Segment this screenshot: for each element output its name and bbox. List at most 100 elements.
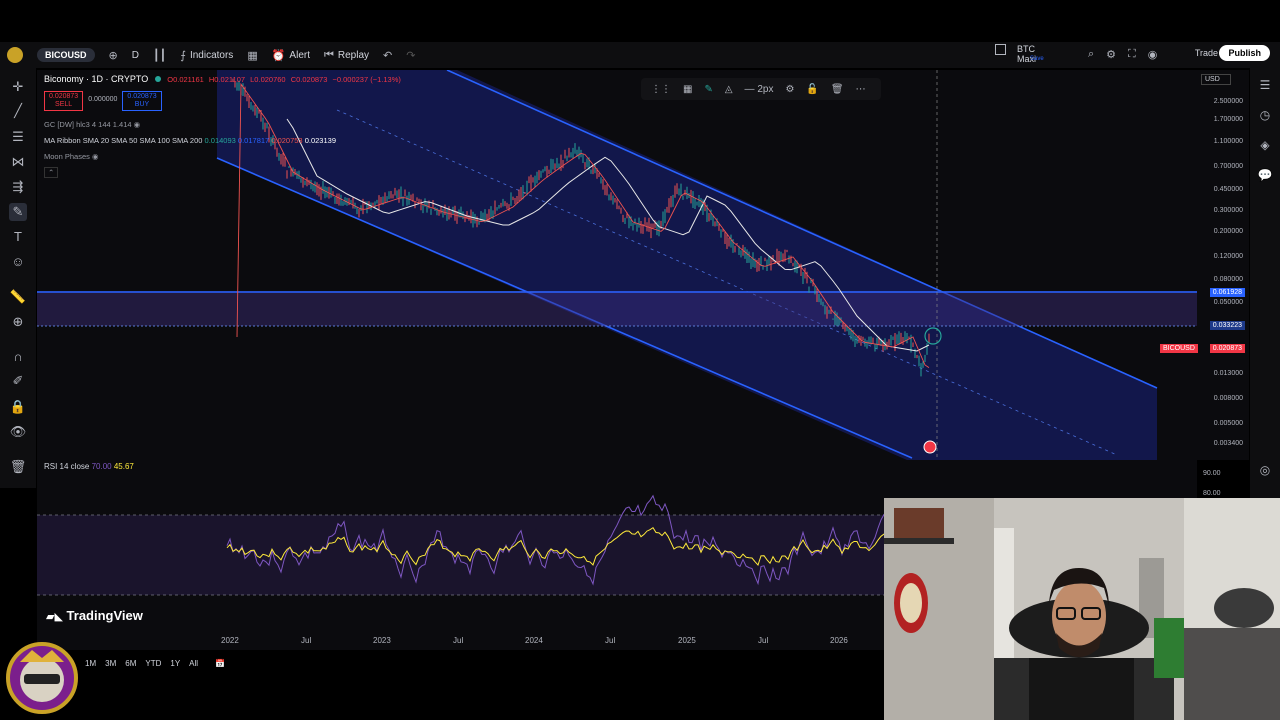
ma-ribbon-value-1: 0.014093 xyxy=(204,136,236,145)
time-label: Jul xyxy=(453,636,464,645)
crosshair-icon[interactable]: ✛ xyxy=(9,78,27,96)
fullscreen-icon[interactable]: ⛶ xyxy=(1128,48,1136,61)
range-3m[interactable]: 3M xyxy=(105,659,116,668)
eye-icon[interactable]: ◉ xyxy=(134,120,141,129)
pattern-icon[interactable]: ⋈ xyxy=(9,153,27,171)
line-width-button[interactable]: — 2px xyxy=(745,84,774,95)
candles-icon: ┃┃ xyxy=(152,49,167,62)
watchlist-icon[interactable]: ☰ xyxy=(1256,78,1274,92)
add-symbol-button[interactable]: ⊕ xyxy=(102,42,125,68)
interval-button[interactable]: D xyxy=(125,42,146,68)
magnet-icon[interactable]: ∩ xyxy=(9,348,27,366)
range-ytd[interactable]: YTD xyxy=(145,659,161,668)
range-1m[interactable]: 1M xyxy=(85,659,96,668)
market-status-icon xyxy=(154,76,161,82)
chart-type-button[interactable]: ┃┃ xyxy=(146,42,173,68)
lock-drawing-icon[interactable]: ✐ xyxy=(9,372,27,390)
pen-icon[interactable]: ✎ xyxy=(704,84,712,95)
price-chart-pane[interactable] xyxy=(37,70,1197,460)
chat-icon[interactable]: 💬 xyxy=(1256,168,1274,182)
text-icon[interactable]: T xyxy=(9,228,27,246)
replay-button[interactable]: ⏮ Replay xyxy=(317,42,376,68)
indicator-ma-ribbon[interactable]: MA Ribbon SMA 20 SMA 50 SMA 100 SMA 200 … xyxy=(44,136,336,145)
indicators-label: Indicators xyxy=(189,49,234,61)
indicators-button[interactable]: ⨍ Indicators xyxy=(173,42,240,68)
webcam-overlay xyxy=(884,498,1280,720)
tradingview-logo: ▰◣ TradingView xyxy=(46,608,143,623)
buy-button[interactable]: 0.020873 BUY xyxy=(122,91,162,111)
rsi-value: 45.67 xyxy=(113,462,134,471)
alert-label: Alert xyxy=(289,49,310,61)
price-label-last: 0.020873 xyxy=(1209,344,1245,353)
target-icon[interactable]: ◎ xyxy=(1256,463,1274,477)
user-avatar[interactable] xyxy=(0,42,30,68)
spread-value: 0.000000 xyxy=(88,96,118,103)
price-tick: 0.050000 xyxy=(1213,299,1243,306)
price-tick: 1.700000 xyxy=(1213,116,1243,123)
interval-label: D xyxy=(131,49,139,61)
trash-icon[interactable]: 🗑 xyxy=(9,458,27,476)
ruler-icon[interactable]: 📏 xyxy=(9,288,27,306)
collapse-legend-button[interactable]: ⌃ xyxy=(44,167,59,178)
trendline-icon[interactable]: ╱ xyxy=(9,102,27,120)
price-axis[interactable]: USD 2.500000 1.700000 1.100000 0.700000 0.45… xyxy=(1197,70,1249,460)
event-marker-icon[interactable] xyxy=(923,440,937,454)
line-width-label: 2px xyxy=(757,83,774,95)
template-icon[interactable]: ▦ xyxy=(683,84,692,95)
eye-icon[interactable]: ◉ xyxy=(92,152,99,161)
settings-icon[interactable]: ⚙ xyxy=(785,84,794,95)
layers-icon[interactable]: ◈ xyxy=(1256,138,1274,152)
undo-button[interactable]: ↶ xyxy=(376,42,399,68)
emoji-icon[interactable]: ☺ xyxy=(9,253,27,271)
indicator-moon-phases[interactable]: Moon Phases ◉ xyxy=(44,152,99,161)
rsi-level: 70.00 xyxy=(91,462,112,471)
drag-handle-icon[interactable]: ⋮⋮ xyxy=(651,84,671,95)
templates-button[interactable]: ▦ xyxy=(240,42,264,68)
fill-icon[interactable]: ◬ xyxy=(725,84,733,95)
lock-icon[interactable]: 🔒 xyxy=(9,398,27,416)
date-range-icon[interactable]: 📅 xyxy=(215,659,225,668)
time-label: Jul xyxy=(758,636,769,645)
more-icon[interactable]: ⋯ xyxy=(856,84,866,95)
settings-icon[interactable]: ⚙ xyxy=(1106,48,1116,61)
time-label: Jul xyxy=(605,636,616,645)
range-6m[interactable]: 6M xyxy=(125,659,136,668)
eye-icon[interactable]: 👁 xyxy=(9,423,27,441)
redo-button[interactable]: ↷ xyxy=(399,42,422,68)
price-tick: 0.005000 xyxy=(1213,420,1243,427)
clock-icon[interactable]: ◷ xyxy=(1256,108,1274,122)
layout-save-status: Save xyxy=(1030,56,1044,62)
alert-button[interactable]: ⏰ Alert xyxy=(265,42,317,68)
range-all[interactable]: All xyxy=(189,659,198,668)
quick-search-icon[interactable]: ⌕ xyxy=(1088,48,1094,61)
rsi-tick-80: 80.00 xyxy=(1203,490,1221,497)
fib-icon[interactable]: ☰ xyxy=(9,128,27,146)
symbol-title[interactable]: Biconomy · 1D · CRYPTO xyxy=(44,74,148,84)
ohlc-change: −0.000237 (−1.13%) xyxy=(332,75,401,84)
camera-icon[interactable]: ◉ xyxy=(1148,48,1158,61)
time-label: Jul xyxy=(301,636,312,645)
zoom-icon[interactable]: ⊕ xyxy=(9,313,27,331)
price-tick: 0.700000 xyxy=(1213,163,1243,170)
rsi-label[interactable]: RSI 14 close xyxy=(44,462,89,471)
indicator-gc[interactable]: GC [DW] hlc3 4 144 1.414 ◉ xyxy=(44,120,140,129)
redo-icon: ↷ xyxy=(406,49,416,62)
trade-button[interactable]: Trade xyxy=(1195,48,1218,58)
publish-button[interactable]: Publish xyxy=(1219,45,1270,61)
ohlc-low: L0.020760 xyxy=(250,75,286,84)
sell-button[interactable]: 0.020873 SELL xyxy=(44,91,84,111)
drawing-float-toolbar: ⋮⋮ ▦ ✎ ◬ — 2px ⚙ 🔓 🗑 ⋯ xyxy=(641,78,881,100)
rsi-legend: RSI 14 close 70.00 45.67 xyxy=(44,462,134,471)
trash-icon[interactable]: 🗑 xyxy=(831,84,844,95)
buy-price: 0.020873 xyxy=(127,93,157,100)
symbol-price-tag: BICOUSD xyxy=(1160,344,1198,353)
lock-icon[interactable]: 🔓 xyxy=(806,84,818,95)
price-tick: 0.013000 xyxy=(1213,370,1243,377)
symbol-search[interactable]: BICOUSD xyxy=(30,42,102,68)
sell-price: 0.020873 xyxy=(49,93,79,100)
range-1y[interactable]: 1Y xyxy=(170,659,180,668)
brush-icon[interactable]: ✎ xyxy=(9,203,27,221)
layout-switcher[interactable]: BTC Maxi Save xyxy=(995,44,1044,64)
prediction-icon[interactable]: ⇶ xyxy=(9,178,27,196)
currency-select[interactable]: USD xyxy=(1201,74,1231,85)
